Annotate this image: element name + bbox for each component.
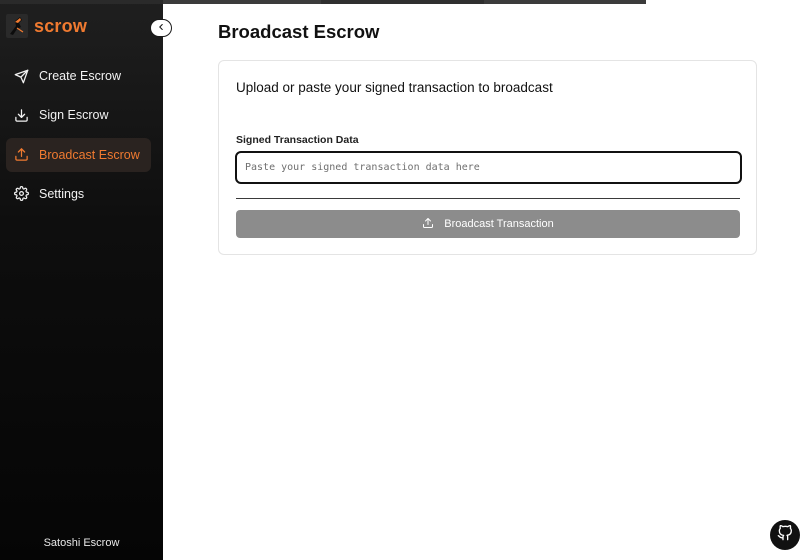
- page-title: Broadcast Escrow: [218, 21, 380, 42]
- download-icon: [14, 108, 29, 123]
- top-strip-segment: [321, 0, 484, 4]
- sidebar-item-label: Sign Escrow: [39, 108, 109, 123]
- card-heading: Upload or paste your signed transaction …: [236, 80, 553, 95]
- sidebar-item-label: Create Escrow: [39, 69, 121, 83]
- sidebar-item-label: Settings: [39, 186, 85, 201]
- top-strip-segment: [646, 0, 806, 4]
- brand[interactable]: scrow: [6, 14, 87, 38]
- github-link-button[interactable]: [770, 520, 800, 550]
- divider: [236, 198, 740, 199]
- upload-icon: [422, 217, 434, 232]
- broadcast-card: Upload or paste your signed transaction …: [218, 60, 757, 255]
- sidebar-footer-name: Satoshi Escrow: [43, 537, 120, 549]
- upload-icon: [14, 147, 29, 162]
- signed-transaction-input[interactable]: [235, 151, 742, 184]
- sidebar-nav: Create Escrow Sign Escrow Broadcast Escr…: [6, 59, 151, 216]
- sidebar-item-create-escrow[interactable]: Create Escrow: [6, 59, 151, 93]
- sidebar-item-settings[interactable]: Settings: [6, 177, 151, 211]
- logo-icon: [6, 14, 28, 38]
- sidebar-item-sign-escrow[interactable]: Sign Escrow: [6, 98, 151, 132]
- collapse-sidebar-button[interactable]: [150, 19, 172, 37]
- send-icon: [14, 69, 29, 84]
- broadcast-button-label: Broadcast Transaction: [444, 218, 554, 230]
- chevron-left-icon: [156, 19, 166, 37]
- brand-name: scrow: [34, 15, 88, 36]
- window-top-strip: [0, 0, 806, 4]
- sidebar-item-broadcast-escrow[interactable]: Broadcast Escrow: [6, 137, 151, 172]
- github-icon: [777, 524, 793, 546]
- signed-transaction-label: Signed Transaction Data: [236, 134, 359, 146]
- broadcast-transaction-button[interactable]: Broadcast Transaction: [236, 210, 740, 238]
- gear-icon: [14, 186, 29, 202]
- top-strip-segment: [484, 0, 646, 4]
- main-content: Broadcast Escrow Upload or paste your si…: [163, 0, 806, 560]
- sidebar-item-label: Broadcast Escrow: [39, 147, 140, 162]
- sidebar: scrow Create Escrow Sign Escrow Broadcas…: [0, 0, 163, 560]
- top-strip-segment: [163, 0, 321, 4]
